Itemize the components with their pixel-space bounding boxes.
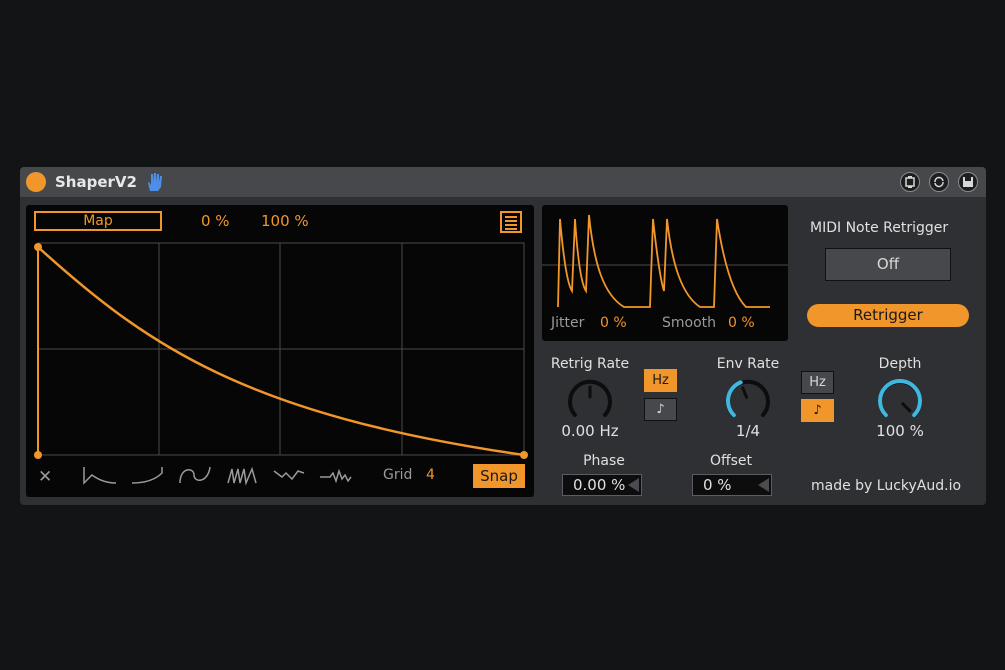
offset-value: 0 % xyxy=(703,476,732,494)
power-icon[interactable] xyxy=(26,172,46,192)
noise-icon[interactable] xyxy=(318,463,354,487)
offset-number-box[interactable]: 0 % xyxy=(692,474,772,496)
midi-retrigger-label: MIDI Note Retrigger xyxy=(810,220,949,236)
phase-label: Phase xyxy=(583,453,625,469)
env-rate-knob[interactable] xyxy=(724,377,772,425)
waveform-line xyxy=(557,214,770,308)
depth-knob[interactable] xyxy=(876,377,924,425)
sine-icon[interactable] xyxy=(178,463,214,487)
env-rate-note-button[interactable]: ♪ xyxy=(801,399,834,422)
shape-editor: Map 0 % 100 % ✕ Grid 4 Snap xyxy=(26,205,534,497)
clear-icon[interactable]: ✕ xyxy=(38,467,52,487)
phase-value: 0.00 % xyxy=(573,476,626,494)
phase-number-box[interactable]: 0.00 % xyxy=(562,474,642,496)
device-title-bar: ShaperV2 xyxy=(20,167,986,197)
retrig-rate-hz-button[interactable]: Hz xyxy=(644,369,677,392)
phase-arrow-icon xyxy=(628,478,639,492)
envelope-point xyxy=(34,451,42,459)
env-rate-label: Env Rate xyxy=(716,356,780,372)
retrig-rate-note-button[interactable]: ♪ xyxy=(644,398,677,421)
shaper-device: ShaperV2 Map 0 % 100 % ✕ Grid 4 Snap Jit… xyxy=(20,167,986,505)
envelope-graph[interactable] xyxy=(26,205,534,497)
waveform-preview: Jitter 0 % Smooth 0 % xyxy=(542,205,788,341)
retrigger-button[interactable]: Retrigger xyxy=(807,304,969,327)
save-icon[interactable] xyxy=(958,172,978,192)
settings-icon[interactable] xyxy=(900,172,920,192)
jitter-value[interactable]: 0 % xyxy=(600,315,627,331)
depth-value[interactable]: 100 % xyxy=(850,422,950,440)
jitter-label: Jitter xyxy=(551,315,585,331)
env-rate-hz-button[interactable]: Hz xyxy=(801,371,834,394)
saw-icon[interactable] xyxy=(226,463,262,487)
credit-text: made by LuckyAud.io xyxy=(811,478,962,494)
env-rate-arc xyxy=(726,380,743,418)
retrig-rate-value[interactable]: 0.00 Hz xyxy=(540,422,640,440)
env-rate-value[interactable]: 1/4 xyxy=(698,422,798,440)
depth-pointer xyxy=(901,402,912,413)
snap-button[interactable]: Snap xyxy=(473,464,525,488)
depth-arc xyxy=(878,379,922,418)
depth-label: Depth xyxy=(878,356,922,372)
ramp-up-icon[interactable] xyxy=(130,463,166,487)
offset-arrow-icon xyxy=(758,478,769,492)
hand-icon xyxy=(148,173,162,191)
envelope-point xyxy=(34,243,42,251)
random-icon[interactable] xyxy=(272,463,308,487)
grid-label: Grid xyxy=(383,467,413,483)
envelope-curve xyxy=(37,246,525,457)
midi-retrigger-toggle[interactable]: Off xyxy=(825,248,951,281)
retrig-rate-knob[interactable] xyxy=(566,377,614,425)
offset-label: Offset xyxy=(709,453,753,469)
env-rate-pointer xyxy=(741,386,749,399)
envelope-point xyxy=(520,451,528,459)
retrig-rate-label: Retrig Rate xyxy=(550,356,630,372)
device-title: ShaperV2 xyxy=(55,173,137,191)
ramp-down-icon[interactable] xyxy=(82,463,118,487)
grid-value[interactable]: 4 xyxy=(426,467,435,483)
sync-icon[interactable] xyxy=(929,172,949,192)
smooth-value[interactable]: 0 % xyxy=(728,315,755,331)
smooth-label: Smooth xyxy=(662,315,717,331)
